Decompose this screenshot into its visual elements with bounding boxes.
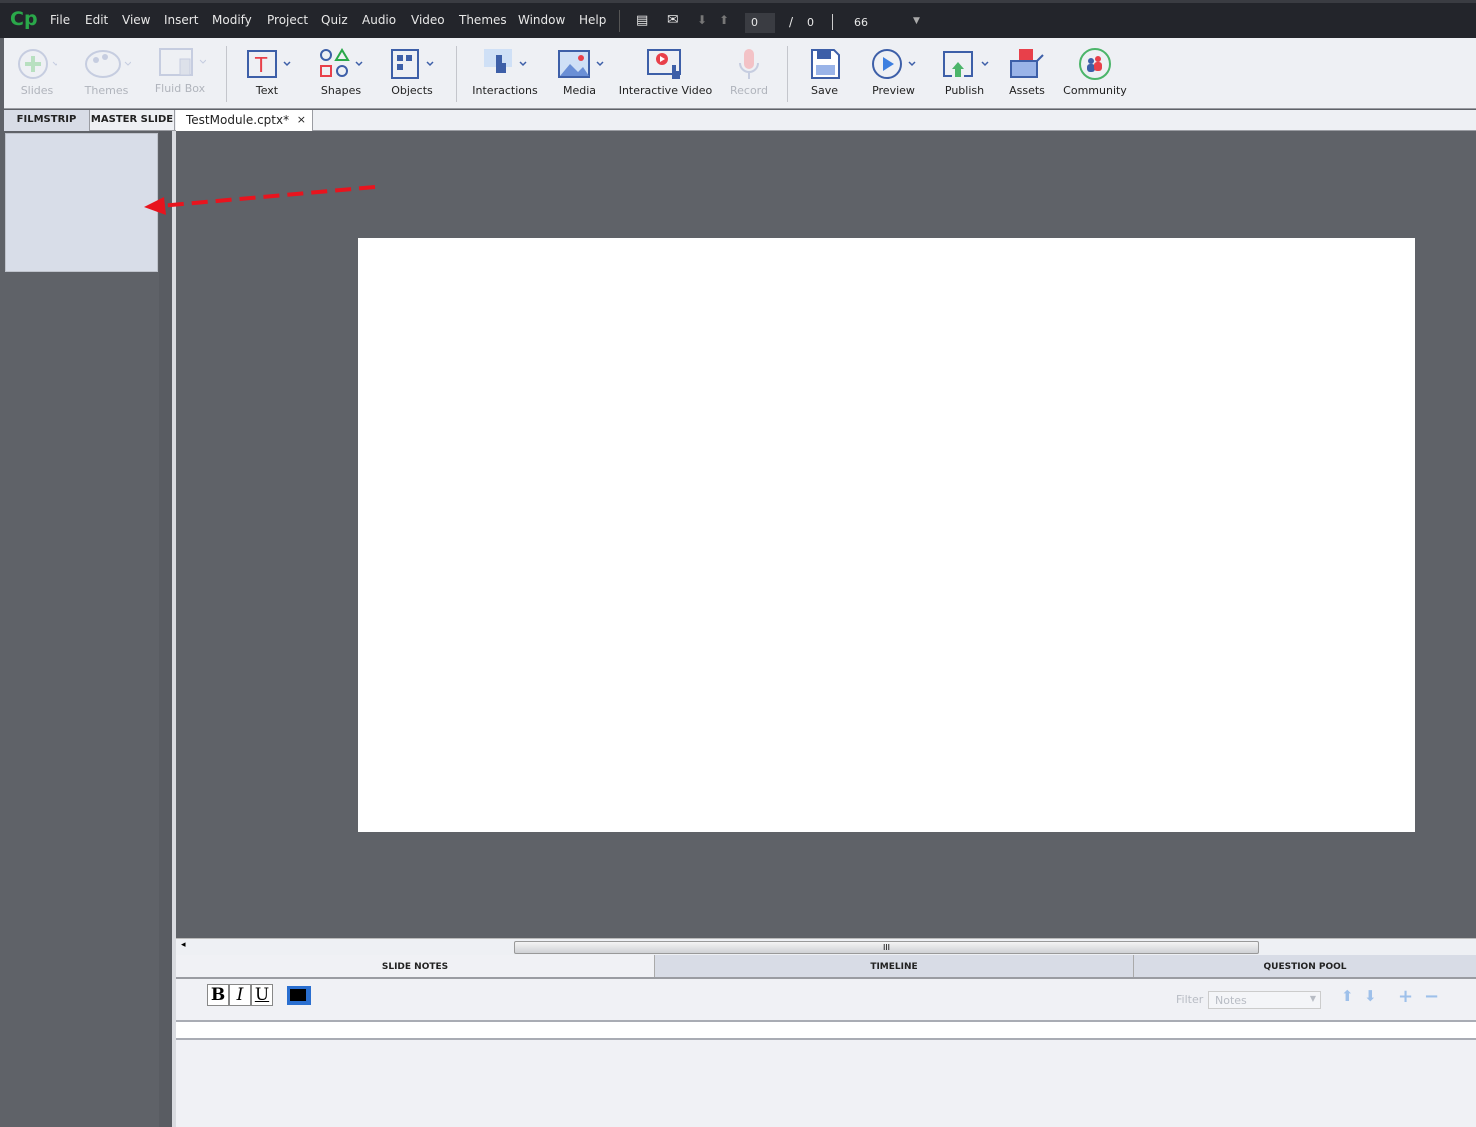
publish-icon (937, 44, 992, 84)
menu-window[interactable]: Window (518, 13, 565, 27)
menu-themes[interactable]: Themes (459, 13, 507, 27)
preview-button[interactable]: Preview (866, 44, 921, 97)
zoom-level[interactable]: 66 (854, 16, 868, 29)
tab-timeline[interactable]: TIMELINE (655, 955, 1134, 977)
filmstrip-scrollbar[interactable] (159, 131, 172, 1127)
fluid-box-icon (150, 42, 210, 82)
divider (832, 14, 833, 30)
arrow-up-icon[interactable]: ⬆ (719, 13, 729, 27)
media-button[interactable]: Media (552, 44, 607, 97)
slides-button[interactable]: Slides (12, 44, 62, 97)
panel-tabs: FILMSTRIP MASTER SLIDE TestModule.cptx* … (4, 110, 1476, 131)
interactive-video-button[interactable]: Interactive Video (618, 44, 713, 97)
divider (226, 46, 227, 102)
publish-button[interactable]: Publish (937, 44, 992, 97)
tab-master-slide[interactable]: MASTER SLIDE (90, 110, 175, 131)
objects-button[interactable]: Objects (387, 44, 437, 97)
tab-question-pool[interactable]: QUESTION POOL (1134, 955, 1476, 977)
move-down-icon[interactable]: ⬇ (1364, 987, 1377, 1005)
text-button[interactable]: T Text (242, 44, 292, 97)
menu-edit[interactable]: Edit (85, 13, 108, 27)
current-slide-input[interactable]: 0 (745, 13, 775, 33)
move-up-icon[interactable]: ⬆ (1341, 987, 1354, 1005)
horizontal-scrollbar[interactable]: ◂ III (176, 938, 1476, 955)
mail-icon[interactable]: ✉ (667, 12, 679, 28)
filter-select[interactable]: Notes ▼ (1208, 991, 1321, 1009)
tab-filmstrip[interactable]: FILMSTRIP (4, 110, 90, 131)
italic-button[interactable]: I (229, 984, 251, 1006)
floppy-icon (802, 44, 847, 84)
scrollbar-thumb[interactable]: III (514, 941, 1259, 954)
record-button[interactable]: Record (724, 44, 774, 97)
slide-canvas[interactable] (358, 238, 1415, 832)
box-icon (1004, 44, 1050, 84)
menu-video[interactable]: Video (411, 13, 445, 27)
shapes-icon (316, 44, 366, 84)
image-icon (552, 44, 607, 84)
slide-thumbnail[interactable] (5, 133, 158, 272)
filmstrip-panel (4, 131, 172, 1127)
filter-value: Notes (1215, 994, 1247, 1007)
interactive-video-icon (618, 44, 713, 84)
community-icon (1062, 44, 1128, 84)
play-icon (866, 44, 921, 84)
scroll-left-icon[interactable]: ◂ (181, 940, 186, 950)
menu-view[interactable]: View (122, 13, 150, 27)
slide-separator: / (789, 15, 794, 29)
menu-quiz[interactable]: Quiz (321, 13, 348, 27)
bold-button[interactable]: B (207, 984, 229, 1006)
fluid-box-button[interactable]: Fluid Box (150, 42, 210, 95)
menu-help[interactable]: Help (579, 13, 606, 27)
divider (456, 46, 457, 102)
menu-project[interactable]: Project (267, 13, 308, 27)
underline-button[interactable]: U (251, 984, 273, 1006)
divider (619, 10, 620, 32)
app-logo: Cp (10, 8, 38, 30)
hand-pointer-icon (470, 44, 540, 84)
svg-text:T: T (254, 53, 268, 77)
annotation-arrow (144, 185, 376, 215)
menu-modify[interactable]: Modify (212, 13, 252, 27)
tab-slide-notes[interactable]: SLIDE NOTES (176, 955, 655, 977)
add-note-icon[interactable]: + (1398, 986, 1413, 1007)
microphone-icon (724, 44, 774, 84)
bottom-tabs: SLIDE NOTES TIMELINE QUESTION POOL (176, 955, 1476, 979)
total-slides: 0 (807, 16, 814, 29)
text-color-picker[interactable] (287, 986, 311, 1005)
objects-icon (387, 44, 437, 84)
menu-audio[interactable]: Audio (362, 13, 396, 27)
text-icon: T (242, 44, 292, 84)
menu-insert[interactable]: Insert (164, 13, 198, 27)
chevron-down-icon: ▼ (1309, 994, 1316, 1003)
community-button[interactable]: Community (1062, 44, 1128, 97)
toolbar: Slides Themes Fluid Box T Text Shapes Obj… (4, 38, 1476, 109)
themes-button[interactable]: Themes (79, 44, 134, 97)
close-tab-icon[interactable]: × (297, 110, 306, 130)
menu-file[interactable]: File (50, 13, 70, 27)
filter-label: Filter (1176, 993, 1204, 1006)
slide-notes-panel: B I U Filter Notes ▼ ⬆ ⬇ + − (176, 979, 1476, 1127)
arrow-down-icon[interactable]: ⬇ (697, 13, 707, 27)
menu-bar: Cp File Edit View Insert Modify Project … (0, 0, 1476, 38)
zoom-dropdown-icon[interactable]: ▼ (913, 16, 920, 26)
interactions-button[interactable]: Interactions (470, 44, 540, 97)
divider (787, 46, 788, 102)
note-input[interactable] (176, 1020, 1476, 1040)
palette-icon (79, 44, 134, 84)
plus-circle-icon (12, 44, 62, 84)
tab-document[interactable]: TestModule.cptx* × (176, 110, 313, 131)
document-title: TestModule.cptx* (186, 113, 290, 127)
remove-note-icon[interactable]: − (1424, 986, 1439, 1007)
assets-button[interactable]: Assets (1004, 44, 1050, 97)
captions-icon[interactable]: ▤ (636, 13, 648, 28)
shapes-button[interactable]: Shapes (316, 44, 366, 97)
save-button[interactable]: Save (802, 44, 847, 97)
